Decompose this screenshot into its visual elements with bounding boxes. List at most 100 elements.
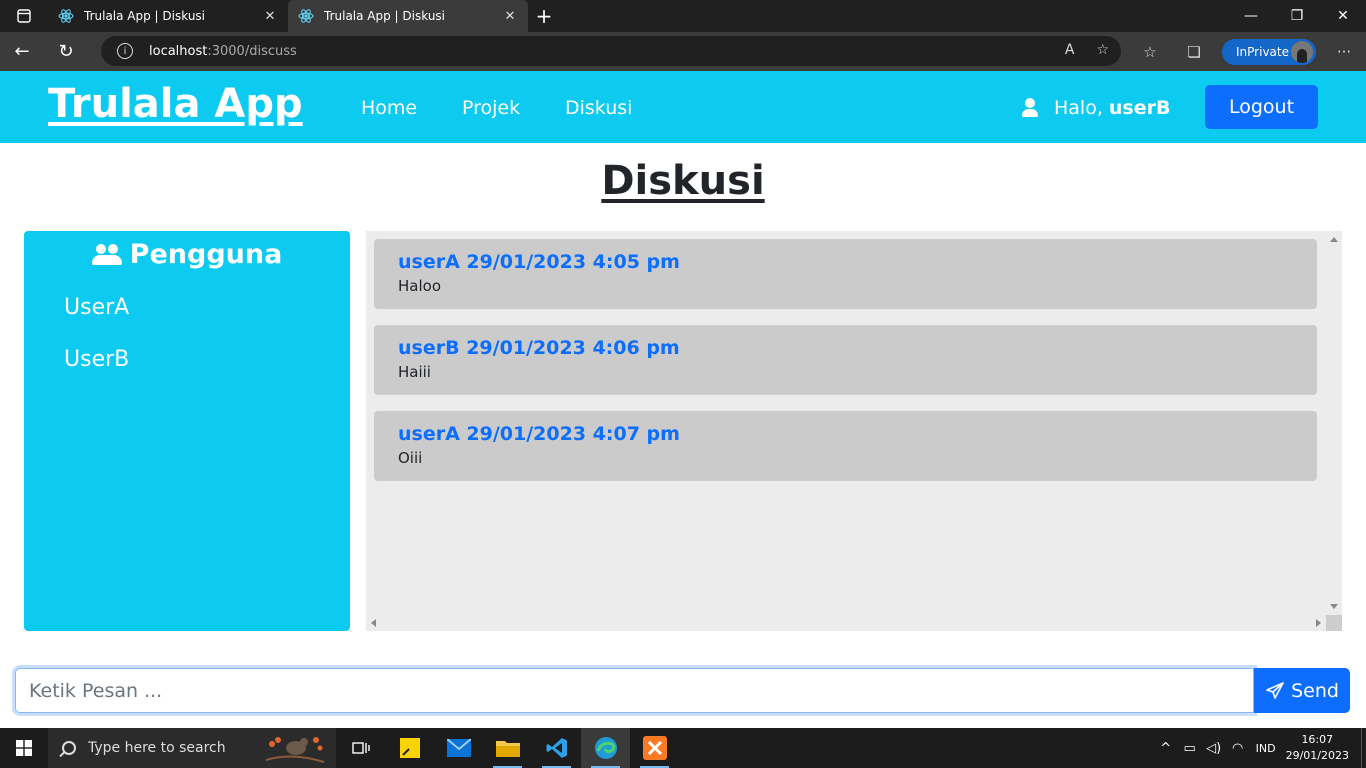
- new-tab-button[interactable]: +: [528, 4, 560, 28]
- refresh-button[interactable]: ↻: [44, 32, 88, 71]
- collections-icon[interactable]: ❏: [1172, 43, 1216, 61]
- network-icon[interactable]: ◠: [1226, 741, 1250, 756]
- close-tab-icon[interactable]: ✕: [262, 9, 278, 24]
- volume-icon[interactable]: ◁): [1202, 741, 1226, 756]
- tab-actions-icon: [17, 9, 31, 23]
- nav-link-projek[interactable]: Projek: [462, 97, 520, 119]
- url-field[interactable]: i localhost:3000/discuss A ☆: [101, 36, 1121, 66]
- close-window-icon[interactable]: ✕: [1320, 0, 1366, 32]
- message-author: userB: [398, 337, 460, 359]
- message-text: Oiii: [398, 449, 423, 467]
- restore-icon[interactable]: ❐: [1274, 0, 1320, 32]
- xampp-icon: [642, 736, 667, 760]
- start-button[interactable]: [0, 728, 48, 768]
- refresh-icon: ↻: [58, 41, 74, 62]
- profile-avatar-icon: [1291, 40, 1313, 63]
- tab-actions-button[interactable]: [0, 0, 48, 32]
- message-text: Haiii: [398, 363, 431, 381]
- horizontal-scrollbar[interactable]: [366, 615, 1326, 631]
- message-card: userA 29/01/2023 4:05 pm Haloo: [374, 239, 1317, 309]
- message-input[interactable]: [15, 668, 1254, 713]
- clock-date: 29/01/2023: [1285, 749, 1349, 762]
- users-icon: [91, 243, 122, 266]
- message-time: 29/01/2023 4:05 pm: [466, 251, 680, 273]
- greeting-prefix: Halo,: [1054, 97, 1103, 119]
- back-arrow-icon: ←: [14, 41, 30, 62]
- chevron-up-icon[interactable]: ^: [1154, 741, 1178, 756]
- scrollbar-corner: [1326, 615, 1342, 631]
- search-highlight-bird-icon: [265, 737, 325, 763]
- app-navbar: Trulala App Home Projek Diskusi Halo, us…: [0, 71, 1366, 143]
- message-composer: Send: [15, 668, 1350, 713]
- favorites-icon[interactable]: ☆: [1128, 43, 1172, 61]
- logout-button[interactable]: Logout: [1205, 85, 1318, 129]
- message-time: 29/01/2023 4:07 pm: [466, 423, 680, 445]
- add-favorite-icon[interactable]: ☆: [1096, 42, 1109, 58]
- browser-tab-2[interactable]: Trulala App | Diskusi ✕: [288, 0, 528, 32]
- send-label: Send: [1291, 679, 1339, 702]
- back-button[interactable]: ←: [0, 32, 44, 71]
- system-clock[interactable]: 16:07 29/01/2023: [1286, 732, 1349, 764]
- send-icon: [1266, 681, 1284, 699]
- users-heading-label: Pengguna: [129, 239, 283, 270]
- read-aloud-icon[interactable]: A: [1065, 42, 1075, 58]
- user-list-item[interactable]: UserA: [64, 295, 129, 320]
- search-icon: [62, 741, 76, 755]
- task-view-button[interactable]: [336, 728, 385, 768]
- browser-address-bar: ← ↻ i localhost:3000/discuss A ☆ ☆ ❏ InP…: [0, 32, 1366, 71]
- task-view-icon: [351, 742, 370, 754]
- folder-icon: [495, 741, 520, 757]
- url-path: :3000/discuss: [207, 43, 297, 59]
- browser-tab-1[interactable]: Trulala App | Diskusi ✕: [48, 0, 288, 32]
- message-header: userB 29/01/2023 4:06 pm: [398, 337, 1293, 359]
- clock-time: 16:07: [1301, 733, 1334, 746]
- inprivate-button[interactable]: InPrivate: [1222, 38, 1316, 65]
- xampp-app[interactable]: [630, 728, 679, 768]
- mail-app[interactable]: [434, 728, 483, 768]
- url-host: localhost: [149, 43, 208, 59]
- browser-tab-bar: Trulala App | Diskusi ✕ Trulala App | Di…: [0, 0, 1366, 32]
- more-options-icon[interactable]: ···: [1322, 43, 1366, 61]
- scroll-down-arrow-icon[interactable]: [1330, 604, 1338, 609]
- send-button[interactable]: Send: [1254, 668, 1350, 713]
- message-card: userA 29/01/2023 4:07 pm Oiii: [374, 411, 1317, 481]
- close-tab-icon[interactable]: ✕: [502, 9, 518, 24]
- windows-taskbar: Type here to search ^ ▭ ◁) ◠ IND 16:07 2…: [0, 728, 1366, 768]
- window-controls: — ❐ ✕: [1228, 0, 1366, 32]
- message-card: userB 29/01/2023 4:06 pm Haiii: [374, 325, 1317, 395]
- user-list-item[interactable]: UserB: [64, 347, 129, 372]
- username: userB: [1108, 97, 1171, 119]
- vertical-scrollbar[interactable]: [1326, 231, 1342, 615]
- message-author: userA: [398, 251, 460, 273]
- mail-icon: [446, 739, 471, 757]
- brand-link[interactable]: Trulala App: [48, 81, 303, 127]
- nav-link-diskusi[interactable]: Diskusi: [565, 97, 632, 119]
- battery-icon[interactable]: ▭: [1178, 741, 1202, 756]
- react-icon: [58, 9, 74, 23]
- user-greeting: Halo, userB: [1020, 97, 1170, 119]
- input-language[interactable]: IND: [1256, 742, 1276, 755]
- edge-icon: [594, 737, 617, 759]
- search-placeholder: Type here to search: [88, 740, 226, 756]
- message-time: 29/01/2023 4:06 pm: [466, 337, 680, 359]
- vscode-icon: [546, 738, 567, 758]
- show-desktop-button[interactable]: [1361, 728, 1366, 768]
- sticky-notes-icon: [399, 738, 420, 758]
- file-explorer-app[interactable]: [483, 728, 532, 768]
- react-icon: [298, 9, 314, 23]
- chat-messages-panel[interactable]: userA 29/01/2023 4:05 pm Haloo userB 29/…: [366, 231, 1342, 631]
- taskbar-search[interactable]: Type here to search: [48, 728, 336, 768]
- sticky-notes-app[interactable]: [385, 728, 434, 768]
- scroll-left-arrow-icon[interactable]: [371, 619, 376, 627]
- edge-app[interactable]: [581, 728, 630, 768]
- inprivate-label: InPrivate: [1236, 44, 1289, 59]
- vscode-app[interactable]: [532, 728, 581, 768]
- message-author: userA: [398, 423, 460, 445]
- scroll-right-arrow-icon[interactable]: [1316, 619, 1321, 627]
- message-text: Haloo: [398, 277, 441, 295]
- scroll-up-arrow-icon[interactable]: [1330, 237, 1338, 242]
- site-info-icon[interactable]: i: [117, 43, 133, 59]
- nav-link-home[interactable]: Home: [361, 97, 417, 119]
- minimize-icon[interactable]: —: [1228, 0, 1274, 32]
- message-header: userA 29/01/2023 4:07 pm: [398, 423, 1293, 445]
